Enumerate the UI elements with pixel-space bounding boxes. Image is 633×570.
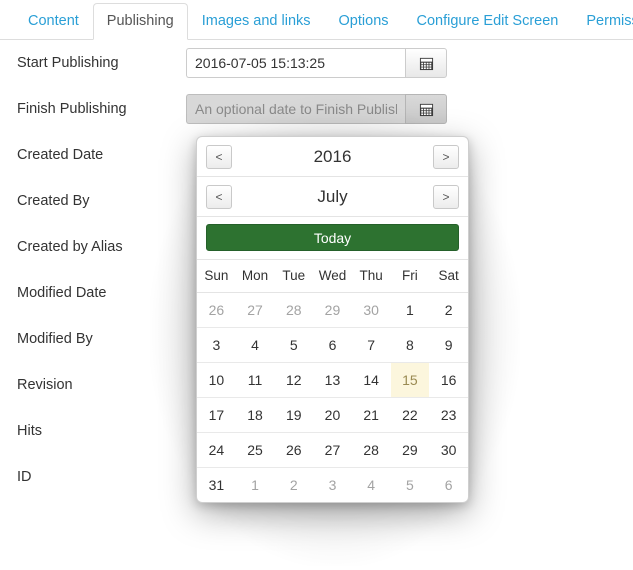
calendar-week-row: 17 18 19 20 21 22 23: [197, 397, 468, 433]
calendar-day[interactable]: 9: [429, 327, 468, 363]
calendar-day[interactable]: 19: [274, 397, 314, 433]
calendar-day[interactable]: 3: [197, 327, 236, 363]
finish-publishing-calendar-button[interactable]: [405, 94, 447, 124]
calendar-day[interactable]: 18: [235, 397, 275, 433]
weekday-header: Tue: [274, 260, 314, 293]
next-year-button[interactable]: >: [433, 145, 459, 169]
calendar-week-row: 3456789: [197, 327, 468, 363]
calendar-day[interactable]: 28: [351, 432, 391, 468]
prev-month-button[interactable]: <: [206, 185, 232, 209]
weekday-header: Fri: [390, 260, 430, 293]
finish-publishing-input[interactable]: [186, 94, 405, 124]
calendar-day[interactable]: 4: [235, 327, 275, 363]
calendar-day[interactable]: 2: [274, 467, 313, 502]
calendar-day[interactable]: 3: [313, 467, 352, 502]
calendar-body: 26 27 28 29 30 1 2 3 4 5 6 7 8 9 10 11 12 13 14 15 16 17 18 19 2…: [197, 292, 468, 502]
weekday-header: Wed: [313, 260, 352, 293]
tab-images-and-links[interactable]: Images and links: [188, 3, 325, 41]
datepicker-popup: < 2016 > < July > Today Sun Mon Tue Wed Thu F…: [196, 136, 469, 503]
calendar-day[interactable]: 27: [313, 432, 352, 468]
tab-configure-edit-screen[interactable]: Configure Edit Screen: [403, 3, 573, 41]
calendar-day[interactable]: 2: [429, 292, 468, 328]
field-label: Hits: [17, 423, 42, 439]
calendar-day[interactable]: 1: [390, 292, 430, 328]
calendar-day[interactable]: 23: [429, 397, 468, 433]
weekday-header: Sat: [429, 260, 468, 293]
today-button[interactable]: Today: [206, 224, 459, 251]
form-row: Finish Publishing: [0, 86, 633, 132]
calendar-day[interactable]: 6: [313, 327, 352, 363]
tab-publishing[interactable]: Publishing: [92, 2, 188, 40]
calendar-week-row: 10 11 12 13 14 15 16: [197, 362, 468, 398]
calendar-day[interactable]: 5: [391, 467, 430, 502]
calendar-day[interactable]: 31: [197, 467, 236, 502]
datepicker-year-row: < 2016 >: [197, 137, 468, 177]
publishing-tab-screen: Content Publishing Images and links Options…: [0, 0, 633, 570]
tab-bar: Content Publishing Images and links Options…: [0, 0, 633, 40]
field-label: Created By: [17, 193, 90, 209]
date-input-group: [186, 48, 447, 78]
calendar-day[interactable]: 26: [197, 292, 236, 328]
calendar-day[interactable]: 16: [429, 362, 468, 398]
datepicker-month-row: < July >: [197, 177, 468, 217]
calendar-day[interactable]: 28: [274, 292, 314, 328]
calendar-weekday-header: Sun Mon Tue Wed Thu Fri Sat: [197, 260, 468, 293]
calendar-day[interactable]: 1: [236, 467, 275, 502]
calendar-day[interactable]: 5: [274, 327, 314, 363]
field-label: Created Date: [17, 147, 104, 163]
prev-year-button[interactable]: <: [206, 145, 232, 169]
start-publishing-calendar-button[interactable]: [405, 48, 447, 78]
weekday-header: Mon: [235, 260, 275, 293]
datepicker-year-label: 2016: [313, 146, 352, 166]
calendar-day[interactable]: 25: [235, 432, 275, 468]
calendar-day[interactable]: 4: [352, 467, 391, 502]
calendar-grid: Sun Mon Tue Wed Thu Fri Sat 26 27 28 29 30 1 2 3 4 5 6 7 8…: [197, 260, 468, 502]
calendar-day[interactable]: 11: [235, 362, 275, 398]
tab-content[interactable]: Content: [14, 3, 93, 41]
calendar-day[interactable]: 30: [351, 292, 391, 328]
calendar-day[interactable]: 22: [390, 397, 430, 433]
field-label: Modified By: [17, 331, 93, 347]
calendar-day-selected[interactable]: 15: [390, 362, 430, 398]
calendar-week-row: 26 27 28 29 30 1 2: [197, 292, 468, 328]
weekday-header: Thu: [351, 260, 391, 293]
calendar-day[interactable]: 24: [197, 432, 236, 468]
calendar-day[interactable]: 6: [429, 467, 468, 502]
calendar-icon: [419, 57, 433, 70]
start-publishing-input[interactable]: [186, 48, 405, 78]
field-label: Created by Alias: [17, 239, 123, 255]
weekday-header: Sun: [197, 260, 236, 293]
tab-options[interactable]: Options: [325, 3, 403, 41]
calendar-day[interactable]: 27: [235, 292, 275, 328]
calendar-day[interactable]: 12: [274, 362, 314, 398]
calendar-day[interactable]: 17: [197, 397, 236, 433]
field-label: ID: [17, 469, 32, 485]
calendar-day[interactable]: 14: [351, 362, 391, 398]
calendar-day[interactable]: 13: [313, 362, 352, 398]
calendar-day[interactable]: 20: [313, 397, 352, 433]
calendar-day[interactable]: 29: [313, 292, 352, 328]
calendar-day[interactable]: 29: [390, 432, 430, 468]
field-label: Start Publishing: [17, 55, 119, 71]
calendar-day[interactable]: 30: [429, 432, 468, 468]
calendar-week-row: 31 1 2 3 4 5 6: [197, 467, 468, 502]
calendar-icon: [419, 103, 433, 116]
datepicker-month-label: July: [317, 186, 348, 206]
tab-permissions[interactable]: Permissions: [572, 3, 633, 41]
field-label: Revision: [17, 377, 73, 393]
next-month-button[interactable]: >: [433, 185, 459, 209]
calendar-day[interactable]: 7: [351, 327, 391, 363]
calendar-week-row: 24 25 26 27 28 29 30: [197, 432, 468, 468]
date-input-group: [186, 94, 447, 124]
calendar-day[interactable]: 10: [197, 362, 236, 398]
form-row: Start Publishing: [0, 40, 633, 86]
calendar-day[interactable]: 26: [274, 432, 314, 468]
today-button-wrap: Today: [197, 217, 468, 260]
field-label: Modified Date: [17, 285, 107, 301]
calendar-day[interactable]: 21: [351, 397, 391, 433]
field-label: Finish Publishing: [17, 101, 127, 117]
calendar-day[interactable]: 8: [390, 327, 430, 363]
